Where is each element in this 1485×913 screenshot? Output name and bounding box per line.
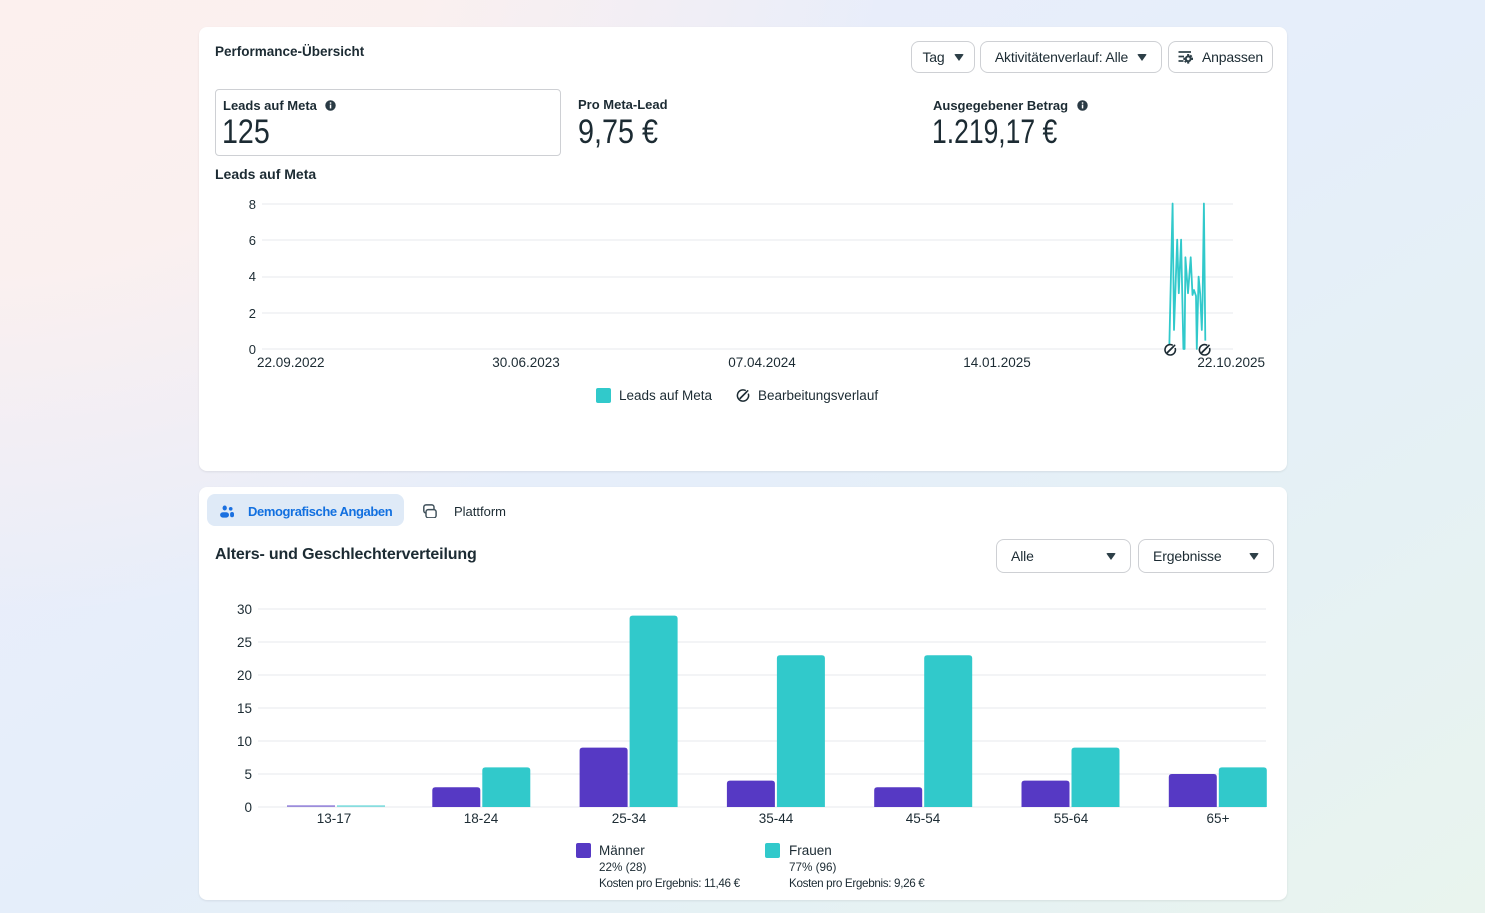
svg-text:0: 0 bbox=[249, 342, 256, 357]
svg-text:Bearbeitungsverlauf: Bearbeitungsverlauf bbox=[758, 388, 878, 403]
svg-text:6: 6 bbox=[249, 233, 256, 248]
svg-text:0: 0 bbox=[244, 800, 252, 815]
svg-text:15: 15 bbox=[237, 701, 252, 716]
svg-text:Kosten pro Ergebnis: 11,46 €: Kosten pro Ergebnis: 11,46 € bbox=[599, 877, 741, 890]
svg-text:22.10.2025: 22.10.2025 bbox=[1197, 355, 1265, 370]
svg-text:77% (96): 77% (96) bbox=[789, 861, 837, 874]
svg-text:Kosten pro Ergebnis: 9,26 €: Kosten pro Ergebnis: 9,26 € bbox=[789, 877, 925, 890]
svg-text:30.06.2023: 30.06.2023 bbox=[492, 355, 560, 370]
svg-text:55-64: 55-64 bbox=[1054, 811, 1089, 826]
svg-text:14.01.2025: 14.01.2025 bbox=[963, 355, 1031, 370]
svg-text:35-44: 35-44 bbox=[759, 811, 794, 826]
svg-text:13-17: 13-17 bbox=[317, 811, 352, 826]
svg-text:5: 5 bbox=[244, 767, 252, 782]
svg-text:Leads auf Meta: Leads auf Meta bbox=[619, 388, 713, 403]
svg-text:4: 4 bbox=[249, 269, 256, 284]
svg-text:Männer: Männer bbox=[599, 843, 645, 858]
svg-text:18-24: 18-24 bbox=[464, 811, 499, 826]
svg-text:22% (28): 22% (28) bbox=[599, 861, 647, 874]
svg-text:07.04.2024: 07.04.2024 bbox=[728, 355, 796, 370]
svg-text:10: 10 bbox=[237, 734, 252, 749]
svg-text:45-54: 45-54 bbox=[906, 811, 941, 826]
svg-text:30: 30 bbox=[237, 602, 252, 617]
svg-text:25-34: 25-34 bbox=[612, 811, 647, 826]
svg-text:22.09.2022: 22.09.2022 bbox=[257, 355, 325, 370]
svg-text:2: 2 bbox=[249, 306, 256, 321]
svg-text:20: 20 bbox=[237, 668, 252, 683]
svg-text:Frauen: Frauen bbox=[789, 843, 832, 858]
svg-text:25: 25 bbox=[237, 635, 252, 650]
svg-text:8: 8 bbox=[249, 197, 256, 212]
svg-text:65+: 65+ bbox=[1207, 811, 1230, 826]
